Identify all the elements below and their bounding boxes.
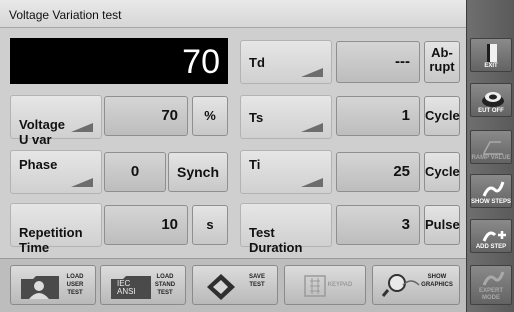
voltage-unit-button[interactable]: %	[192, 96, 228, 136]
duration-label: Test Duration	[249, 225, 303, 255]
ti-unit-button[interactable]: Cycle	[424, 152, 460, 192]
window-title: Voltage Variation test	[0, 0, 466, 28]
ramp-value-label: RAMP VALUE	[471, 155, 511, 161]
repetition-value[interactable]: 10	[104, 205, 188, 245]
dropdown-triangle-icon	[71, 178, 93, 187]
pulse-button[interactable]: Pulse	[424, 205, 460, 245]
voltage-value[interactable]: 70	[104, 96, 188, 136]
exit-label: EXIT	[484, 63, 498, 69]
iec-ansi-badge: IEC ANSI	[117, 279, 136, 296]
ts-label-panel[interactable]: Ts	[240, 95, 332, 139]
td-label-panel[interactable]: Td	[240, 40, 332, 84]
ti-label: Ti	[249, 157, 261, 172]
folder-user-icon	[21, 276, 59, 299]
dropdown-triangle-icon	[71, 123, 93, 132]
show-graphics-label: SHOW GRAPHICS	[421, 274, 453, 288]
ts-value[interactable]: 1	[336, 96, 420, 136]
synch-button[interactable]: Synch	[168, 152, 228, 192]
voltage-label-panel[interactable]: Voltage U var	[10, 95, 102, 147]
ts-unit-button[interactable]: Cycle	[424, 96, 460, 136]
value-display: 70	[10, 38, 228, 84]
duration-label-panel: Test Duration	[240, 203, 332, 255]
expert-icon	[482, 271, 505, 286]
add-step-button[interactable]: ADD STEP	[470, 219, 512, 253]
phase-label: Phase	[19, 157, 58, 172]
load-stand-test-label: LOAD STAND TEST	[154, 274, 176, 296]
ti-label-panel[interactable]: Ti	[240, 150, 332, 194]
magnifier-icon	[381, 274, 420, 297]
phase-label-panel[interactable]: Phase	[10, 150, 102, 194]
save-test-button[interactable]: SAVE TEST	[192, 265, 278, 305]
ramp-value-button[interactable]: RAMP VALUE	[470, 130, 512, 164]
show-graphics-button[interactable]: SHOW GRAPHICS	[372, 265, 460, 305]
repetition-label-panel: Repetition Time	[10, 203, 102, 255]
expert-mode-button[interactable]: EXPERT MODE	[470, 265, 512, 305]
dropdown-triangle-icon	[301, 68, 323, 77]
dropdown-triangle-icon	[301, 178, 323, 187]
steps-icon	[482, 181, 505, 197]
door-icon	[487, 44, 497, 62]
dropdown-triangle-icon	[301, 123, 323, 132]
load-user-test-button[interactable]: LOAD USER TEST	[10, 265, 96, 305]
disk-icon	[207, 274, 235, 300]
ts-label: Ts	[249, 110, 264, 125]
add-step-label: ADD STEP	[475, 244, 507, 250]
load-user-test-label: LOAD USER TEST	[66, 274, 84, 296]
eut-off-label: EUT OFF	[478, 108, 504, 114]
td-label: Td	[249, 55, 265, 70]
td-value[interactable]: ---	[336, 41, 420, 83]
load-stand-test-button[interactable]: IEC ANSI LOAD STAND TEST	[100, 265, 186, 305]
duration-value[interactable]: 3	[336, 205, 420, 245]
add-step-icon	[482, 231, 506, 242]
exit-button[interactable]: EXIT	[470, 38, 512, 72]
repetition-unit-button[interactable]: s	[192, 205, 228, 245]
show-steps-button[interactable]: SHOW STEPS	[470, 174, 512, 208]
ti-value[interactable]: 25	[336, 152, 420, 192]
expert-mode-label: EXPERT MODE	[478, 288, 503, 301]
ramp-icon	[483, 141, 503, 155]
abrupt-button[interactable]: Ab- rupt	[424, 41, 460, 83]
phase-value[interactable]: 0	[104, 152, 166, 192]
keypad-button[interactable]: KEYPAD	[284, 265, 366, 305]
save-test-label: SAVE TEST	[249, 274, 265, 288]
power-icon	[482, 92, 504, 107]
keypad-label: KEYPAD	[327, 282, 353, 288]
show-steps-label: SHOW STEPS	[471, 199, 512, 205]
eut-off-button[interactable]: EUT OFF	[470, 83, 512, 117]
